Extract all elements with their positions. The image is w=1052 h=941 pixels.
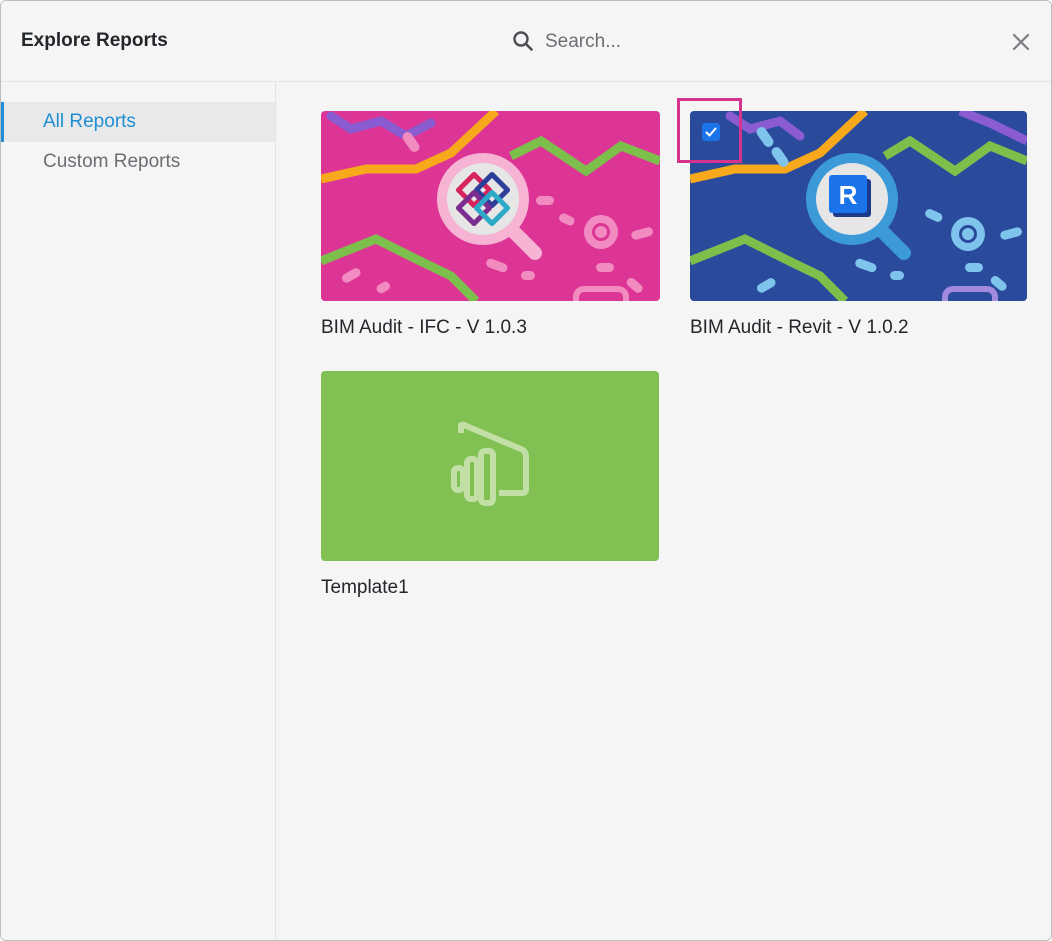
sidebar-item-all-reports[interactable]: All Reports [1, 102, 275, 142]
report-thumbnail-ifc[interactable] [321, 111, 660, 301]
dialog-header: Explore Reports [1, 1, 1051, 82]
report-title-revit: BIM Audit - Revit - V 1.0.2 [690, 317, 909, 338]
search-icon [513, 31, 533, 51]
svg-text:R: R [839, 180, 858, 210]
report-card-ifc[interactable]: BIM Audit - IFC - V 1.0.3 [321, 111, 661, 351]
close-icon[interactable] [1009, 30, 1033, 54]
select-checkbox-revit[interactable] [702, 123, 720, 141]
report-thumbnail-revit[interactable]: R [690, 111, 1027, 301]
sidebar: All Reports Custom Reports [1, 82, 276, 940]
report-title-template1: Template1 [321, 577, 409, 598]
report-title-ifc: BIM Audit - IFC - V 1.0.3 [321, 317, 527, 338]
report-card-revit[interactable]: R BIM Audit - Revit - V 1.0.2 [690, 111, 1030, 351]
search-box[interactable] [511, 27, 811, 57]
checkmark-icon [705, 127, 717, 137]
dialog-title: Explore Reports [21, 30, 168, 51]
report-thumbnail-template1[interactable] [321, 371, 659, 561]
sidebar-item-custom-reports[interactable]: Custom Reports [1, 142, 275, 182]
explore-reports-dialog: Explore Reports All Reports Custom Repor… [0, 0, 1052, 941]
search-input[interactable] [543, 27, 807, 57]
report-card-template1[interactable]: Template1 [321, 371, 661, 611]
